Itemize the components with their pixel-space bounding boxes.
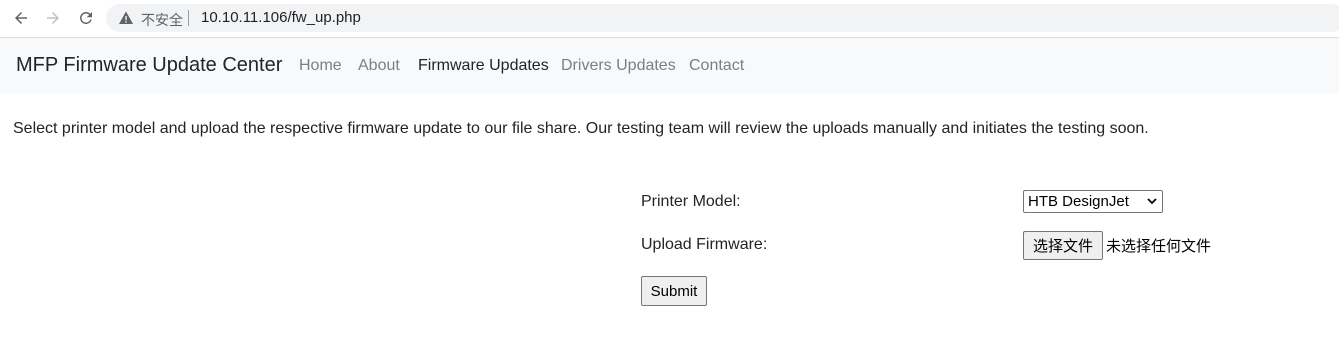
upload-firmware-label: Upload Firmware:	[641, 236, 768, 253]
back-arrow-icon[interactable]	[9, 6, 33, 30]
security-status[interactable]: 不安全	[141, 10, 183, 30]
forward-arrow-icon[interactable]	[41, 6, 65, 30]
nav-link-contact[interactable]: Contact	[689, 57, 744, 75]
printer-model-label: Printer Model:	[641, 193, 741, 210]
warning-icon[interactable]	[118, 10, 134, 26]
nav-link-about[interactable]: About	[358, 57, 400, 75]
browser-toolbar: 不安全 10.10.11.106/fw_up.php	[0, 0, 1339, 36]
nav-link-drivers-updates[interactable]: Drivers Updates	[561, 57, 676, 75]
url-text[interactable]: 10.10.11.106/fw_up.php	[201, 9, 361, 26]
printer-model-value: HTB DesignJet	[1028, 193, 1129, 210]
nav-link-home[interactable]: Home	[299, 57, 342, 75]
site-navbar: MFP Firmware Update Center Home About Fi…	[0, 37, 1339, 93]
nav-link-firmware-updates[interactable]: Firmware Updates	[418, 57, 549, 75]
file-status-text: 未选择任何文件	[1106, 237, 1212, 255]
intro-text: Select printer model and upload the resp…	[13, 120, 1149, 137]
reload-icon[interactable]	[74, 6, 98, 30]
navbar-brand[interactable]: MFP Firmware Update Center	[16, 54, 282, 77]
choose-file-button[interactable]: 选择文件	[1023, 231, 1103, 260]
divider	[188, 10, 189, 26]
submit-button[interactable]: Submit	[641, 276, 707, 306]
printer-model-select[interactable]: HTB DesignJet	[1023, 190, 1163, 213]
chevron-down-icon	[1147, 198, 1157, 205]
address-bar[interactable]: 不安全 10.10.11.106/fw_up.php	[106, 4, 1339, 32]
